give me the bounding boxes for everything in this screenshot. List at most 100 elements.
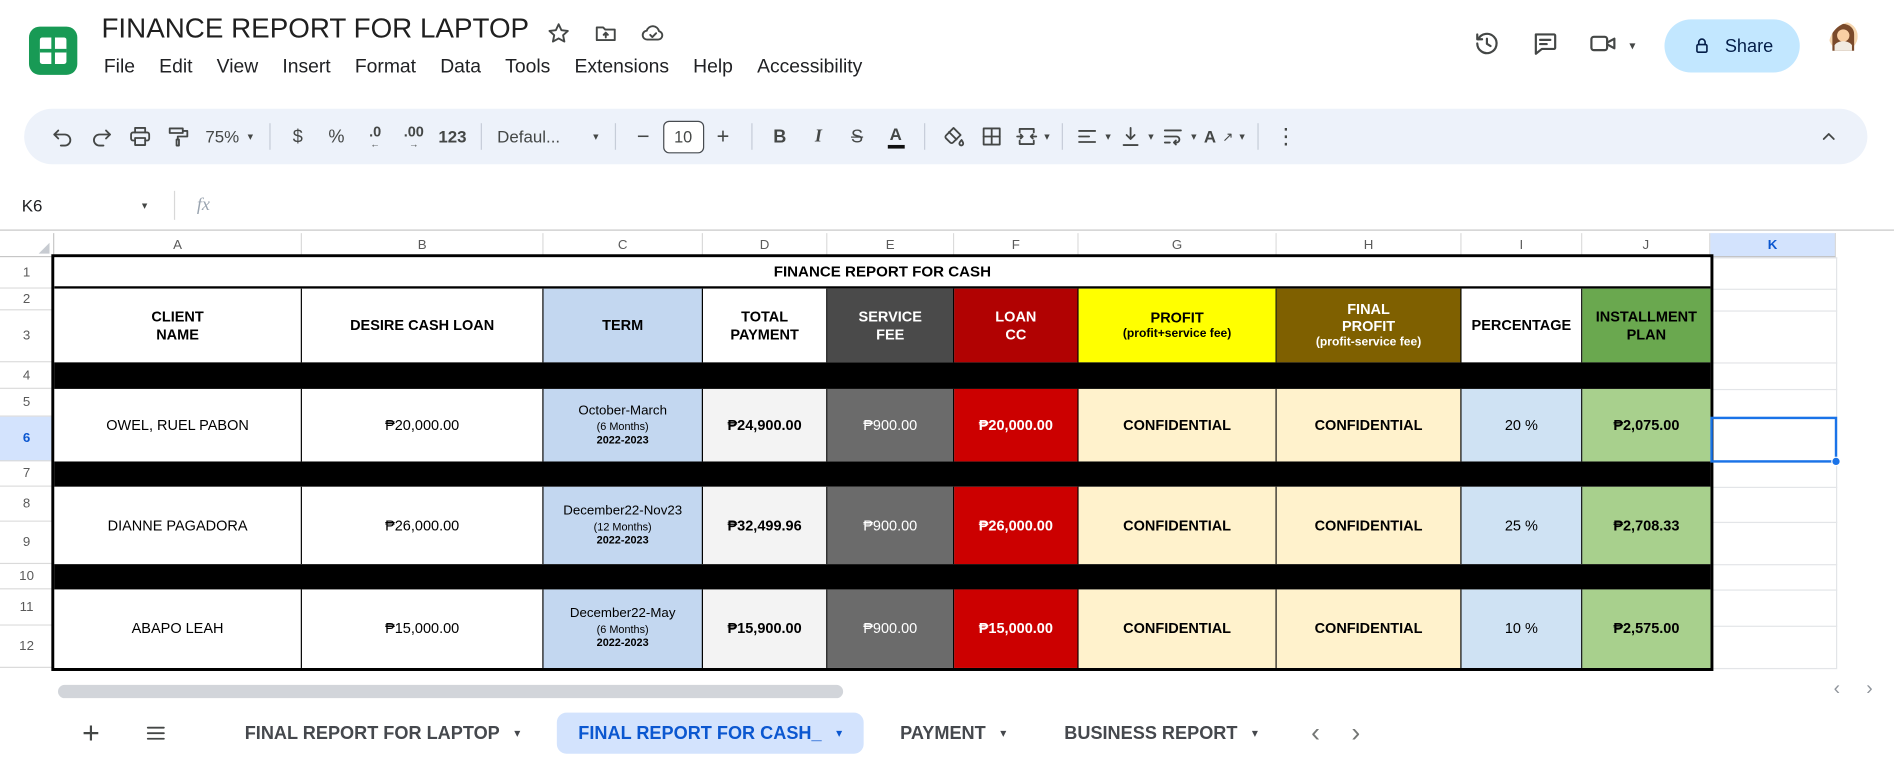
zoom-select[interactable]: 75% ▾ <box>198 117 260 156</box>
add-sheet-button[interactable]: + <box>82 717 100 748</box>
cell-profit-2[interactable]: CONFIDENTIAL <box>1078 486 1277 565</box>
header-cell-loan[interactable]: DESIRE CASH LOAN <box>301 288 544 363</box>
column-header-H[interactable]: H <box>1276 233 1462 258</box>
row-header-8[interactable]: 8 <box>0 486 55 522</box>
menu-edit[interactable]: Edit <box>147 53 204 82</box>
row-header-3[interactable]: 3 <box>0 310 55 363</box>
header-cell-percentage[interactable]: PERCENTAGE <box>1461 288 1583 363</box>
column-header-K[interactable]: K <box>1710 233 1837 258</box>
chevron-down-icon[interactable]: ▾ <box>836 727 842 740</box>
menu-view[interactable]: View <box>205 53 271 82</box>
menu-insert[interactable]: Insert <box>270 53 342 82</box>
font-select[interactable]: Defaul... ▾ <box>490 117 606 156</box>
menu-format[interactable]: Format <box>343 53 428 82</box>
cell-loan_cc-1[interactable]: ₱20,000.00 <box>954 388 1079 462</box>
cloud-status-icon[interactable] <box>640 21 665 52</box>
row-header-5[interactable]: 5 <box>0 388 55 417</box>
select-all-corner[interactable] <box>0 233 55 258</box>
next-sheet-icon[interactable]: › <box>1351 719 1360 747</box>
print-button[interactable] <box>121 117 160 156</box>
column-header-C[interactable]: C <box>543 233 703 258</box>
bold-button[interactable]: B <box>760 117 799 156</box>
header-cell-profit[interactable]: PROFIT (profit+service fee) <box>1078 288 1277 363</box>
percent-format-button[interactable]: % <box>317 117 356 156</box>
cell-term-1[interactable]: October-March (6 Months) 2022-2023 <box>543 388 703 462</box>
cell-percentage-2[interactable]: 25 % <box>1461 486 1583 565</box>
cell-installment-2[interactable]: ₱2,708.33 <box>1582 486 1711 565</box>
horizontal-scrollbar[interactable] <box>57 684 844 699</box>
fill-color-button[interactable] <box>933 117 972 156</box>
paint-format-button[interactable] <box>159 117 198 156</box>
horizontal-align-button[interactable]: ▾ <box>1072 117 1115 156</box>
cell-loan_cc-3[interactable]: ₱15,000.00 <box>954 589 1079 668</box>
cell-term-3[interactable]: December22-May (6 Months) 2022-2023 <box>543 589 703 668</box>
column-header-A[interactable]: A <box>54 233 302 258</box>
text-wrap-button[interactable]: ▾ <box>1157 117 1200 156</box>
more-options-button[interactable]: ⋮ <box>1267 117 1306 156</box>
cell-percentage-1[interactable]: 20 % <box>1461 388 1583 462</box>
row-header-7[interactable]: 7 <box>0 461 55 487</box>
cell-term-2[interactable]: December22-Nov23 (12 Months) 2022-2023 <box>543 486 703 565</box>
menu-extensions[interactable]: Extensions <box>562 53 681 82</box>
italic-button[interactable]: I <box>799 117 838 156</box>
name-box[interactable]: K6 ▾ <box>0 196 162 215</box>
cell-installment-3[interactable]: ₱2,575.00 <box>1582 589 1711 668</box>
scroll-left-icon[interactable]: ‹ <box>1834 679 1840 701</box>
header-cell-final_profit[interactable]: FINAL PROFIT (profit-service fee) <box>1276 288 1462 363</box>
text-rotation-button[interactable]: A ↗ ▾ <box>1200 117 1248 156</box>
increase-font-size-button[interactable]: + <box>704 117 743 156</box>
sheets-logo-icon[interactable] <box>27 24 80 77</box>
menu-accessibility[interactable]: Accessibility <box>745 53 874 82</box>
cell-final_profit-2[interactable]: CONFIDENTIAL <box>1276 486 1462 565</box>
row-header-6[interactable]: 6 <box>0 416 55 462</box>
borders-button[interactable] <box>972 117 1011 156</box>
increase-decimal-button[interactable]: .00 → <box>394 117 433 156</box>
cell-loan-1[interactable]: ₱20,000.00 <box>301 388 544 462</box>
fill-handle[interactable] <box>1831 456 1841 467</box>
cell-loan-2[interactable]: ₱26,000.00 <box>301 486 544 565</box>
move-folder-icon[interactable] <box>593 21 618 52</box>
separator-row[interactable] <box>54 564 1711 590</box>
column-header-B[interactable]: B <box>301 233 544 258</box>
collapse-toolbar-button[interactable] <box>1809 117 1848 156</box>
column-header-G[interactable]: G <box>1078 233 1277 258</box>
chevron-down-icon[interactable]: ▾ <box>142 199 147 211</box>
strikethrough-button[interactable]: S <box>838 117 877 156</box>
cell-client-3[interactable]: ABAPO LEAH <box>54 589 302 668</box>
cell-client-2[interactable]: DIANNE PAGADORA <box>54 486 302 565</box>
version-history-icon[interactable] <box>1472 28 1501 63</box>
sheet-tab-final-report-for-laptop[interactable]: FINAL REPORT FOR LAPTOP ▾ <box>223 713 542 754</box>
cell-loan_cc-2[interactable]: ₱26,000.00 <box>954 486 1079 565</box>
separator-row[interactable] <box>54 362 1711 389</box>
selection-box[interactable] <box>1710 416 1838 463</box>
header-cell-total[interactable]: TOTAL PAYMENT <box>702 288 828 363</box>
sheet-tab-payment[interactable]: PAYMENT ▾ <box>878 713 1028 754</box>
cell-service_fee-3[interactable]: ₱900.00 <box>827 589 955 668</box>
all-sheets-button[interactable] <box>143 721 167 745</box>
column-header-F[interactable]: F <box>954 233 1079 258</box>
video-call-icon[interactable] <box>1588 28 1617 63</box>
cell-percentage-3[interactable]: 10 % <box>1461 589 1583 668</box>
row-header-11[interactable]: 11 <box>0 589 55 626</box>
menu-file[interactable]: File <box>92 53 147 82</box>
cell-loan-3[interactable]: ₱15,000.00 <box>301 589 544 668</box>
row-header-2[interactable]: 2 <box>0 288 55 311</box>
previous-sheet-icon[interactable]: ‹ <box>1311 719 1320 747</box>
sheet-tab-final-report-for-cash-[interactable]: FINAL REPORT FOR CASH_ ▾ <box>556 712 864 754</box>
menu-data[interactable]: Data <box>428 53 493 82</box>
cell-final_profit-3[interactable]: CONFIDENTIAL <box>1276 589 1462 668</box>
chevron-down-icon[interactable]: ▾ <box>1252 727 1258 740</box>
header-cell-installment[interactable]: INSTALLMENT PLAN <box>1582 288 1711 363</box>
font-size-input[interactable]: 10 <box>662 120 704 153</box>
menu-tools[interactable]: Tools <box>493 53 562 82</box>
row-header-9[interactable]: 9 <box>0 521 55 565</box>
text-color-button[interactable]: A <box>876 117 915 156</box>
sheet-tab-business-report[interactable]: BUSINESS REPORT ▾ <box>1043 713 1280 754</box>
cell-final_profit-1[interactable]: CONFIDENTIAL <box>1276 388 1462 462</box>
decrease-decimal-button[interactable]: .0 ← <box>356 117 395 156</box>
row-header-1[interactable]: 1 <box>0 257 55 289</box>
header-cell-client[interactable]: CLIENT NAME <box>54 288 302 363</box>
undo-button[interactable] <box>43 117 82 156</box>
number-format-button[interactable]: 123 <box>433 117 472 156</box>
scroll-right-icon[interactable]: › <box>1866 679 1872 701</box>
